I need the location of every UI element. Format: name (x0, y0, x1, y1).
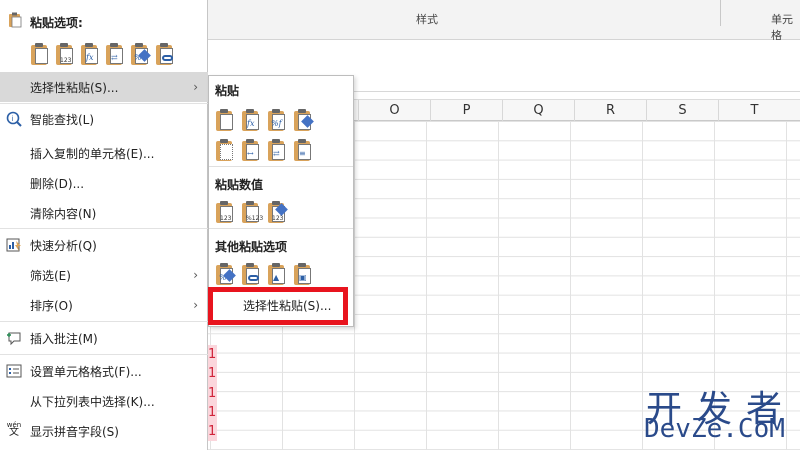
paste-options-title: 粘贴选项: (30, 16, 83, 30)
paste-icon[interactable] (30, 42, 50, 66)
submenu-separator (209, 228, 353, 229)
menu-item-filter[interactable]: 筛选(E) › (0, 260, 208, 290)
column-header-s[interactable]: S (646, 100, 718, 122)
paste-values-icon[interactable]: 123 (215, 200, 235, 224)
menu-item-label: 显示拼音字段(S) (30, 424, 119, 439)
menu-item-label: 选择性粘贴(S)... (30, 80, 119, 95)
menu-item-label: 删除(D)... (30, 176, 85, 191)
paste-values-row: 123 %123 123 (215, 200, 288, 224)
paste-keep-source-format-icon[interactable] (293, 108, 314, 132)
chevron-right-icon: › (193, 298, 198, 312)
column-header-o[interactable]: O (358, 100, 430, 122)
menu-item-label: 设置单元格格式(F)... (30, 364, 142, 379)
paste-linked-picture-icon[interactable]: ▣ (293, 262, 313, 286)
submenu-paste-title: 粘贴 (215, 84, 240, 98)
row-values: 1 1 1 1 1 (207, 345, 217, 442)
menu-item-label: 清除内容(N) (30, 206, 97, 221)
chevron-right-icon: › (193, 268, 198, 282)
comment-icon (6, 330, 22, 346)
paste-icon[interactable] (215, 108, 235, 132)
menu-item-format-cells[interactable]: 设置单元格格式(F)... (0, 356, 208, 386)
paste-merge-formatting-icon[interactable]: ≡ (293, 138, 313, 162)
ribbon: 样式 单元格 (208, 0, 800, 42)
paste-options-row: 123 fx ⇄ % (30, 42, 175, 66)
menu-item-label: 快速分析(Q) (30, 238, 97, 253)
column-header-p[interactable]: P (430, 100, 502, 122)
menu-item-pick-from-dropdown[interactable]: 从下拉列表中选择(K)... (0, 386, 208, 416)
menu-item-label: 排序(O) (30, 298, 73, 313)
other-paste-row: % ▲ ▣ (215, 262, 313, 286)
cell-value[interactable]: 1 (207, 364, 217, 384)
column-header-t[interactable]: T (718, 100, 790, 122)
paste-formulas-icon[interactable]: fx (80, 42, 100, 66)
paste-keep-column-width-icon[interactable]: ↔ (241, 138, 261, 162)
svg-text:i: i (12, 115, 14, 123)
paste-transpose-icon[interactable]: ⇄ (105, 42, 125, 66)
smart-lookup-icon: i (6, 111, 22, 127)
menu-item-label: 智能查找(L) (30, 112, 95, 127)
column-header-r[interactable]: R (574, 100, 646, 122)
paste-values-source-format-icon[interactable]: 123 (267, 200, 288, 224)
paste-values-number-format-icon[interactable]: %123 (241, 200, 263, 224)
cell-value[interactable]: 1 (207, 345, 217, 365)
menu-item-quick-analysis[interactable]: 快速分析(Q) (0, 230, 208, 260)
paste-values-icon[interactable]: 123 (55, 42, 75, 66)
submenu-paste-values-title: 粘贴数值 (215, 178, 264, 192)
cell-value[interactable]: 1 (207, 422, 217, 442)
submenu-separator (209, 166, 353, 167)
quick-analysis-icon (6, 237, 22, 253)
menu-item-sort[interactable]: 排序(O) › (0, 290, 208, 320)
menu-item-smart-lookup[interactable]: i 智能查找(L) (0, 104, 208, 134)
paste-link-icon[interactable] (241, 262, 261, 286)
clipboard-icon (8, 12, 22, 31)
ribbon-separator (720, 0, 721, 26)
menu-item-paste-special[interactable]: 选择性粘贴(S)... › (0, 72, 208, 102)
paste-link-icon[interactable] (155, 42, 175, 66)
context-menu: 粘贴选项: 123 fx ⇄ % 选择性粘贴(S)... › i 智能查找(L)… (0, 0, 208, 450)
menu-item-label: 筛选(E) (30, 268, 71, 283)
watermark-latin: DevZe.CoM (644, 414, 785, 444)
menu-item-clear-contents[interactable]: 清除内容(N) (0, 198, 208, 228)
paste-picture-icon[interactable]: ▲ (267, 262, 287, 286)
menu-item-insert-comment[interactable]: 插入批注(M) (0, 323, 208, 353)
paste-formulas-number-format-icon[interactable]: %f (267, 108, 287, 132)
cells-group-label: 单元格 (771, 13, 793, 42)
menu-item-insert-copied-cells[interactable]: 插入复制的单元格(E)... (0, 138, 208, 168)
menu-item-label: 插入批注(M) (30, 331, 98, 346)
phonetic-icon: wén 文 (6, 421, 22, 438)
paste-icons-row-2: ↔ ⇄ ≡ (215, 138, 313, 162)
menu-separator (0, 321, 208, 322)
paste-formatting-icon[interactable]: % (130, 42, 151, 66)
menu-item-label: 从下拉列表中选择(K)... (30, 394, 155, 409)
format-cells-icon (6, 363, 22, 379)
paste-formatting-icon[interactable]: % (215, 262, 236, 286)
paste-transpose-icon[interactable]: ⇄ (267, 138, 287, 162)
styles-group-label: 样式 (416, 13, 438, 26)
paste-no-borders-icon[interactable] (215, 138, 235, 162)
paste-icons-row-1: fx %f (215, 108, 314, 132)
chevron-right-icon: › (193, 80, 198, 94)
column-header-q[interactable]: Q (502, 100, 574, 122)
submenu-other-title: 其他粘贴选项 (215, 240, 288, 254)
menu-separator (0, 228, 208, 229)
cell-value[interactable]: 1 (207, 402, 217, 423)
menu-item-label: 插入复制的单元格(E)... (30, 146, 155, 161)
highlight-box (208, 287, 348, 325)
menu-item-show-phonetic[interactable]: wén 文 显示拼音字段(S) (0, 416, 208, 446)
menu-item-delete[interactable]: 删除(D)... (0, 168, 208, 198)
menu-separator (0, 354, 208, 355)
cell-value[interactable]: 1 (207, 383, 217, 403)
paste-formulas-icon[interactable]: fx (241, 108, 261, 132)
